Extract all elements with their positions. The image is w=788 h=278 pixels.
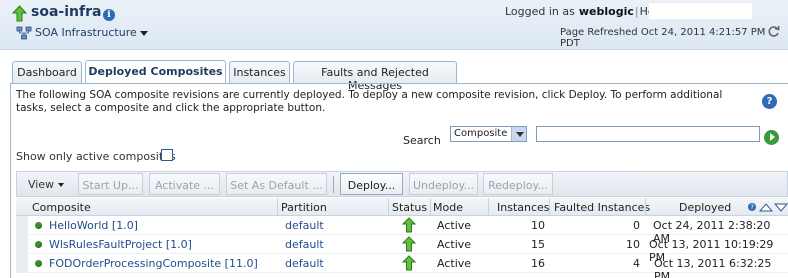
set-as-default-button[interactable]: Set As Default ...: [226, 173, 327, 195]
tab-instances[interactable]: Instances: [229, 61, 290, 83]
separator: |: [634, 5, 639, 18]
soa-infrastructure-menu[interactable]: SOA Infrastructure: [35, 26, 148, 39]
instances-value: 10: [531, 219, 545, 232]
tab-dashboard[interactable]: Dashboard: [12, 61, 82, 83]
logged-in-info: Logged in asweblogic|Host: [505, 5, 665, 18]
partition-link[interactable]: default: [285, 257, 324, 270]
undeploy-button[interactable]: Undeploy...: [409, 173, 478, 195]
column-divider: [645, 198, 646, 216]
mode-value: Active: [437, 219, 472, 232]
composite-state-icon: [35, 260, 42, 267]
search-input[interactable]: [536, 126, 760, 142]
tab-deployed-composites[interactable]: Deployed Composites: [85, 60, 226, 84]
logged-in-prefix: Logged in as: [505, 5, 575, 18]
username: weblogic: [578, 5, 634, 18]
sort-descending-icon: [773, 203, 788, 212]
page-refreshed-text: Page Refreshed Oct 24, 2011 4:21:57 PM P…: [560, 27, 766, 49]
column-divider: [430, 198, 431, 216]
status-up-icon: [402, 217, 416, 233]
sort-controls: ?: [748, 203, 788, 212]
deployed-value: Oct 13, 2011 6:32:25 PM: [654, 257, 772, 278]
row-selector[interactable]: [16, 254, 28, 273]
column-header-composite[interactable]: Composite: [32, 201, 91, 214]
activate-button[interactable]: Activate ...: [149, 173, 220, 195]
composite-state-icon: [35, 222, 42, 229]
soa-infrastructure-icon: [16, 26, 32, 40]
table-row[interactable]: WlsRulesFaultProject [1.0] default Activ…: [16, 235, 788, 264]
search-go-icon[interactable]: [764, 130, 779, 145]
search-type-select[interactable]: Composite: [450, 126, 527, 142]
show-only-active-label: Show only active composites: [16, 150, 176, 163]
search-type-selected: Composite: [454, 128, 508, 139]
deploy-button[interactable]: Deploy...: [340, 173, 403, 195]
faulted-instances-value: 4: [633, 257, 640, 270]
refresh-icon[interactable]: [767, 25, 780, 38]
status-up-icon: [402, 255, 416, 271]
help-icon[interactable]: ?: [762, 94, 777, 109]
mode-value: Active: [437, 257, 472, 270]
up-arrow-icon: [12, 5, 27, 22]
column-header-partition[interactable]: Partition: [281, 201, 327, 214]
instances-value: 15: [531, 238, 545, 251]
column-divider: [549, 198, 550, 216]
instances-value: 16: [531, 257, 545, 270]
composite-link[interactable]: WlsRulesFaultProject [1.0]: [49, 238, 192, 251]
composite-link[interactable]: HelloWorld [1.0]: [49, 219, 138, 232]
column-header-instances[interactable]: Instances: [497, 201, 550, 214]
composite-state-icon: [35, 241, 42, 248]
chevron-down-icon: [511, 127, 526, 141]
chevron-down-icon: [58, 183, 65, 187]
column-divider: [488, 198, 489, 216]
redeploy-button[interactable]: Redeploy...: [483, 173, 553, 195]
column-divider: [277, 198, 278, 216]
column-header-status[interactable]: Status: [392, 201, 427, 214]
column-header-faulted-instances[interactable]: Faulted Instances: [554, 201, 650, 214]
table-row[interactable]: HelloWorld [1.0] default Active 10 0 Oct…: [16, 216, 788, 245]
start-up-button[interactable]: Start Up...: [78, 173, 143, 195]
column-divider: [388, 198, 389, 216]
tab-faults-and-rejected-messages[interactable]: Faults and Rejected Messages: [293, 61, 457, 92]
faulted-instances-value: 10: [626, 238, 640, 251]
table-header: Composite Partition Status Mode Instance…: [16, 198, 788, 216]
info-icon[interactable]: i: [103, 9, 115, 21]
row-selector[interactable]: [16, 216, 28, 235]
view-menu-button[interactable]: View: [22, 173, 70, 195]
composite-link[interactable]: FODOrderProcessingComposite [11.0]: [49, 257, 258, 270]
description-text: The following SOA composite revisions ar…: [16, 89, 723, 114]
partition-link[interactable]: default: [285, 219, 324, 232]
chevron-down-icon: [139, 30, 148, 36]
composites-toolbar: View Start Up... Activate ... Set As Def…: [16, 171, 788, 197]
column-header-deployed[interactable]: Deployed: [679, 201, 731, 214]
toolbar-separator: [333, 176, 334, 193]
column-header-mode[interactable]: Mode: [433, 201, 463, 214]
page-header: soa-infra i SOA Infrastructure Logged in…: [0, 0, 788, 50]
table-row[interactable]: FODOrderProcessingComposite [11.0] defau…: [16, 254, 788, 278]
show-only-active-checkbox[interactable]: [161, 149, 173, 161]
view-menu-label: View: [27, 178, 55, 191]
mode-value: Active: [437, 238, 472, 251]
row-selector[interactable]: [16, 235, 28, 254]
sort-ascending-icon: [758, 203, 774, 212]
search-label: Search: [403, 134, 441, 147]
svg-text:?: ?: [750, 204, 754, 212]
faulted-instances-value: 0: [633, 219, 640, 232]
soa-infrastructure-menu-label: SOA Infrastructure: [35, 26, 137, 39]
status-up-icon: [402, 236, 416, 252]
partition-link[interactable]: default: [285, 238, 324, 251]
page-title: soa-infra: [31, 4, 102, 20]
host-value-box: [649, 3, 752, 19]
